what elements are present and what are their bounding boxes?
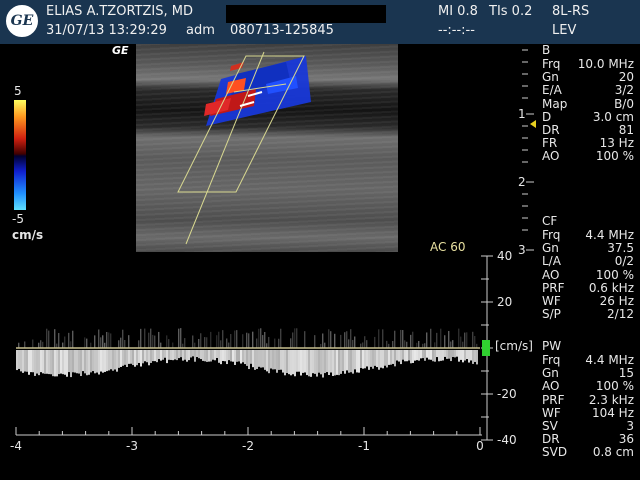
ge-image-mark: GE bbox=[112, 44, 129, 57]
param-section-cf: CF bbox=[542, 214, 558, 228]
color-flow-overlay bbox=[177, 51, 311, 245]
velocity-tick-label: 20 bbox=[497, 295, 512, 309]
param-b-value: 3.0 cm bbox=[592, 109, 634, 124]
redacted-field bbox=[226, 5, 386, 23]
time-tick-label: 0 bbox=[476, 439, 484, 453]
param-b-value: 100 % bbox=[595, 149, 634, 164]
colorbar-top-label: 5 bbox=[14, 84, 22, 98]
exam-datetime: 31/07/13 13:29:29 bbox=[46, 23, 167, 38]
baseline-marker bbox=[482, 340, 490, 356]
time-placeholder: --:--:-- bbox=[438, 23, 475, 38]
param-b-value: 3/2 bbox=[614, 83, 634, 98]
depth-tick-2: 2 bbox=[518, 175, 526, 189]
param-b-key: AO bbox=[542, 149, 560, 164]
tis-index: TIs 0.2 bbox=[489, 4, 533, 19]
param-b-value: 10.0 MHz bbox=[577, 57, 634, 71]
time-tick-label: -2 bbox=[242, 439, 254, 453]
operator-name: ELIAS A.TZORTZIS, MD bbox=[46, 4, 193, 19]
param-b-key: E/A bbox=[542, 83, 562, 98]
param-b-value: 13 Hz bbox=[599, 136, 634, 151]
param-cf-value: 4.4 MHz bbox=[585, 228, 634, 242]
ge-logo: GE bbox=[4, 3, 40, 39]
doppler-spectrum[interactable]: 40 20 -20 -40 -4 -3 -2 -1 0 bbox=[0, 250, 640, 480]
user-name: adm bbox=[186, 23, 215, 38]
exam-id: 080713-125845 bbox=[230, 23, 334, 38]
param-b-key: DR bbox=[542, 123, 560, 137]
velocity-tick-label: -20 bbox=[497, 387, 517, 401]
velocity-tick-label: -40 bbox=[497, 433, 517, 447]
mi-index: MI 0.8 bbox=[438, 4, 478, 19]
depth-scale bbox=[522, 49, 536, 251]
velocity-tick-label: 40 bbox=[497, 250, 512, 263]
param-b-value: 20 bbox=[618, 70, 634, 85]
probe-name: 8L-RS bbox=[552, 4, 590, 19]
param-b-value: 81 bbox=[618, 123, 634, 137]
param-b-key: Gn bbox=[542, 70, 559, 85]
param-cf-key: Frq bbox=[542, 228, 561, 242]
logo-text: GE bbox=[10, 13, 34, 29]
colorbar-bottom-label: -5 bbox=[12, 212, 24, 226]
param-b-key: D bbox=[542, 109, 552, 124]
time-tick-label: -1 bbox=[358, 439, 370, 453]
preset-name: LEV bbox=[552, 23, 577, 38]
time-tick-label: -3 bbox=[126, 439, 138, 453]
param-b-key: FR bbox=[542, 136, 558, 151]
param-section-b: B bbox=[542, 43, 551, 57]
velocity-colorbar bbox=[14, 100, 26, 210]
time-tick-label: -4 bbox=[10, 439, 22, 453]
depth-tick-1: 1 bbox=[518, 107, 526, 121]
param-b-key: Frq bbox=[542, 57, 561, 71]
param-b-value: B/0 bbox=[614, 96, 634, 111]
spectrum-unit: [cm/s] bbox=[495, 339, 533, 353]
colorbar-unit: cm/s bbox=[12, 228, 44, 242]
